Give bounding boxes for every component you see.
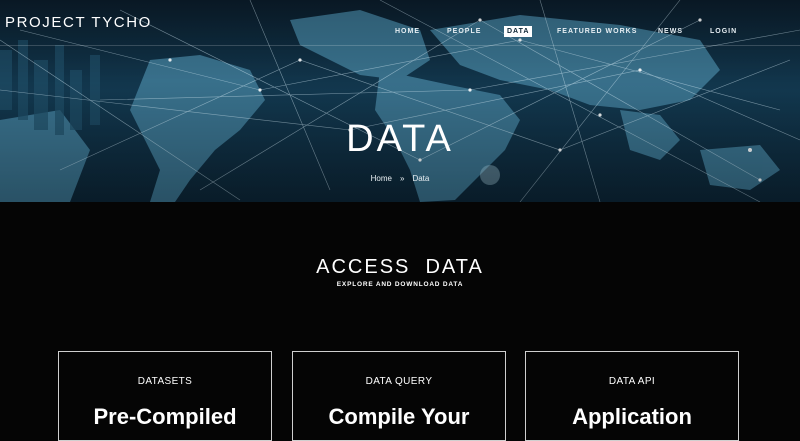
top-navigation-bar: PROJECT TYCHO HOME PEOPLE DATA FEATURED … bbox=[0, 0, 800, 46]
card-label: DATASETS bbox=[137, 376, 193, 387]
breadcrumb-current: Data bbox=[412, 174, 430, 183]
data-api-card[interactable]: DATA API Application bbox=[525, 351, 739, 441]
card-label: DATA API bbox=[608, 376, 656, 387]
section-subtitle: EXPLORE AND DOWNLOAD DATA bbox=[336, 281, 464, 288]
card-label: DATA QUERY bbox=[365, 376, 433, 387]
section-title: ACCESS DATA bbox=[316, 256, 484, 278]
data-query-card[interactable]: DATA QUERY Compile Your bbox=[292, 351, 506, 441]
datasets-card[interactable]: DATASETS Pre-Compiled bbox=[58, 351, 272, 441]
breadcrumb-home-link[interactable]: Home bbox=[371, 174, 392, 183]
card-heading: Pre-Compiled bbox=[93, 404, 237, 429]
nav-people[interactable]: PEOPLE bbox=[444, 26, 484, 37]
main-nav: HOME PEOPLE DATA FEATURED WORKS NEWS LOG… bbox=[0, 26, 800, 38]
page-title: DATA bbox=[346, 118, 454, 160]
nav-news[interactable]: NEWS bbox=[655, 26, 686, 37]
nav-login[interactable]: LOGIN bbox=[707, 26, 740, 37]
breadcrumb: Home » Data bbox=[0, 174, 800, 183]
nav-featured-works[interactable]: FEATURED WORKS bbox=[554, 26, 640, 37]
nav-home[interactable]: HOME bbox=[392, 26, 423, 37]
card-heading: Application bbox=[572, 404, 692, 429]
breadcrumb-separator: » bbox=[399, 174, 405, 183]
card-heading: Compile Your bbox=[328, 404, 470, 429]
nav-data[interactable]: DATA bbox=[504, 26, 533, 37]
hero-banner: PROJECT TYCHO HOME PEOPLE DATA FEATURED … bbox=[0, 0, 800, 202]
